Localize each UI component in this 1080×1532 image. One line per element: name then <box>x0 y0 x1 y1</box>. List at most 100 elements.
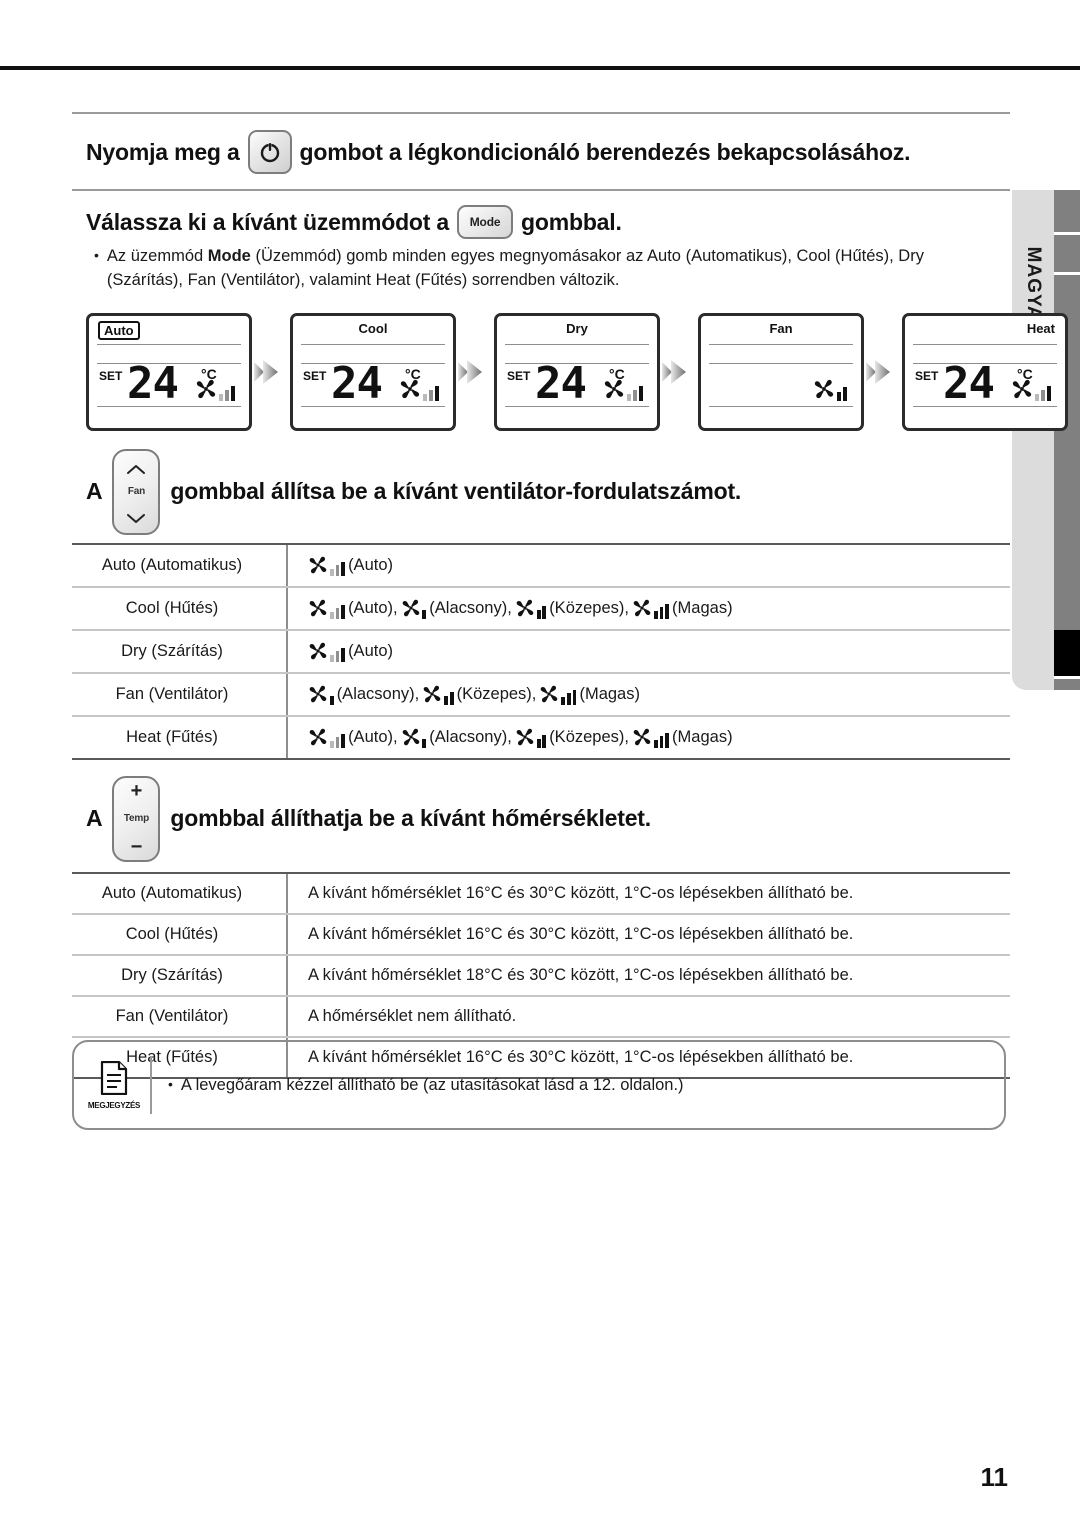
mode-bullet-text: Az üzemmód Mode (Üzemmód) gomb minden eg… <box>107 245 1004 293</box>
mode-bullet-part1: Az üzemmód <box>106 247 208 265</box>
temp-row-description: A kívánt hőmérséklet 18°C és 30°C között… <box>287 954 1010 997</box>
manual-page: MAGYAR Nyomja meg a gombot a légkondicio… <box>0 0 1080 1532</box>
fan-option: (Alacsony), <box>308 684 419 705</box>
fan-speed-icon <box>515 598 547 619</box>
fan-heading-text-before: A <box>86 478 103 505</box>
fan-speed-icon <box>195 378 235 401</box>
fan-option: (Magas) <box>632 598 733 619</box>
fan-speed-icon <box>632 598 670 619</box>
table-row: Auto (Automatikus) (Auto) <box>72 544 1010 588</box>
fan-speed-icon <box>813 378 847 401</box>
language-rail-marker <box>1054 630 1080 676</box>
flow-arrow-icon <box>456 355 494 389</box>
fan-row-mode: Auto (Automatikus) <box>72 544 288 588</box>
temp-button-icon[interactable]: + Temp − <box>112 775 161 862</box>
lcd-temperature-value: 24 <box>535 357 587 409</box>
chevron-down-icon <box>126 505 146 528</box>
fan-speed-icon <box>422 684 454 705</box>
lcd-mode-label: Cool <box>358 320 388 336</box>
content-column: Nyomja meg a gombot a légkondicionáló be… <box>72 0 1068 1079</box>
fan-speed-icon <box>1011 378 1051 401</box>
fan-heading-text-after: gombbal állítsa be a kívánt ventilátor-f… <box>170 478 742 505</box>
temp-row-mode: Auto (Automatikus) <box>72 873 288 915</box>
table-row: Auto (Automatikus) A kívánt hőmérséklet 1… <box>72 873 1010 915</box>
fan-row-mode: Dry (Szárítás) <box>72 629 288 674</box>
note-text: A levegőáram kézzel állítható be (az uta… <box>180 1075 684 1094</box>
fan-option-label: (Auto) <box>348 642 393 661</box>
fan-speed-icon <box>308 555 346 576</box>
lcd-set-label: SET <box>915 368 939 383</box>
fan-speed-icon <box>308 641 346 662</box>
temp-row-mode: Fan (Ventilátor) <box>72 995 288 1038</box>
fan-blade-icon <box>308 598 328 618</box>
language-rail <box>1054 190 1080 690</box>
fan-blade-icon <box>308 727 328 747</box>
fan-option: (Auto), <box>308 598 398 619</box>
fan-blade-icon <box>603 378 625 400</box>
fan-option-label: (Auto) <box>348 556 393 575</box>
fan-speed-icon <box>308 598 346 619</box>
lcd-mode-label: Fan <box>769 320 793 336</box>
plus-icon: + <box>130 779 143 802</box>
fan-option-label: (Közepes), <box>549 728 629 747</box>
fan-row-mode: Heat (Fűtés) <box>72 715 288 758</box>
fan-option-label: (Közepes), <box>456 685 537 704</box>
lcd-mode-label: Heat <box>1026 320 1055 336</box>
fan-row-options: (Auto) <box>287 544 1010 588</box>
table-row: Cool (Hűtés) (Auto), (Alacsony), (Közepes),… <box>72 586 1010 631</box>
fan-speed-icon <box>399 378 439 401</box>
fan-speed-table-wrapper: Auto (Automatikus) (Auto) Cool (Hűtés) (Aut… <box>72 542 1010 760</box>
fan-speed-icon <box>603 378 643 401</box>
mode-button-label: Mode <box>469 215 501 229</box>
temp-row-mode: Cool (Hűtés) <box>72 913 288 956</box>
flow-arrow-icon <box>660 355 698 389</box>
note-icon-caption: MEGJEGYZÉS <box>87 1100 141 1110</box>
fan-option-label: (Auto), <box>348 599 398 618</box>
fan-option-label: (Magas) <box>672 599 733 618</box>
mode-sequence-diagram: Auto SET 24 °C Cool SET 24 °C Dry SET 24 °C Fan Heat S… <box>72 305 1068 445</box>
fan-row-mode: Fan (Ventilátor) <box>72 672 288 717</box>
power-button-icon[interactable] <box>247 130 292 174</box>
fan-option: (Alacsony), <box>401 727 512 748</box>
fan-row-mode: Cool (Hűtés) <box>72 586 288 631</box>
table-row: Dry (Szárítás) (Auto) <box>72 629 1010 674</box>
fan-blade-icon <box>399 378 421 400</box>
mode-bullet-bold: Mode <box>207 247 251 265</box>
power-heading-text-after: gombot a légkondicionáló berendezés beka… <box>299 138 911 165</box>
lcd-temperature-value: 24 <box>331 357 383 409</box>
fan-blade-icon <box>539 684 559 704</box>
fan-option-label: (Alacsony), <box>336 685 420 704</box>
fan-blade-icon <box>1011 378 1033 400</box>
mode-button-icon[interactable]: Mode <box>457 205 514 239</box>
fan-blade-icon <box>422 684 442 704</box>
fan-option: (Magas) <box>539 684 640 705</box>
fan-option-label: (Magas) <box>579 685 640 704</box>
mode-instruction-heading: Válassza ki a kívánt üzemmódot a Mode go… <box>72 191 1010 243</box>
lcd-mode-label: Dry <box>566 320 588 336</box>
fan-option: (Közepes), <box>515 598 629 619</box>
lcd-display-dry: Dry SET 24 °C <box>494 312 660 431</box>
fan-row-options: (Auto), (Alacsony), (Közepes), (Magas) <box>287 586 1010 631</box>
lcd-mode-label: Auto <box>98 320 140 340</box>
flow-arrow-icon <box>864 355 902 389</box>
temp-row-mode: Dry (Szárítás) <box>72 954 288 997</box>
fan-button-icon[interactable]: Fan <box>112 448 161 535</box>
table-row: Dry (Szárítás) A kívánt hőmérséklet 18°C … <box>72 954 1010 997</box>
fan-option: (Alacsony), <box>401 598 512 619</box>
temp-heading-text-before: A <box>86 805 103 832</box>
table-row: Fan (Ventilátor) (Alacsony), (Közepes), (Ma… <box>72 672 1010 717</box>
fan-blade-icon <box>401 598 421 618</box>
table-row: Fan (Ventilátor) A hőmérséklet nem állíth… <box>72 995 1010 1038</box>
fan-blade-icon <box>308 555 328 575</box>
lcd-display-cool: Cool SET 24 °C <box>290 312 456 431</box>
lcd-temperature-value: 24 <box>127 357 179 409</box>
minus-icon: − <box>130 835 143 858</box>
fan-option: (Közepes), <box>422 684 536 705</box>
fan-row-options: (Auto), (Alacsony), (Közepes), (Magas) <box>287 716 1010 758</box>
fan-speed-icon <box>515 727 547 748</box>
fan-option-label: (Auto), <box>348 728 398 747</box>
fan-option: (Közepes), <box>515 727 629 748</box>
table-row: Heat (Fűtés) (Auto), (Alacsony), (Közepes),… <box>72 715 1010 758</box>
temp-instruction-heading: A + Temp − gombbal állíthatja be a kíván… <box>72 760 1010 872</box>
fan-speed-icon <box>308 727 346 748</box>
